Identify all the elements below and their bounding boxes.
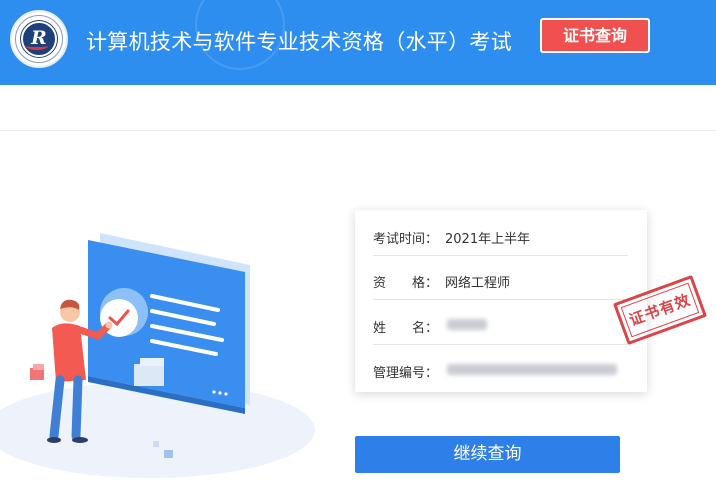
cert-row-qualification: 资 格： 网络工程师 [373, 256, 628, 300]
box-blue-1 [164, 450, 173, 458]
name-redacted [447, 319, 487, 330]
logo-arc [26, 42, 48, 50]
person-shoe-left [47, 437, 61, 443]
person-hand [105, 321, 113, 329]
box-blue-2 [153, 441, 159, 447]
person-shoe-right [72, 437, 88, 443]
cert-row-management-number: 管理编号： [373, 346, 628, 390]
management-number-redacted [447, 364, 617, 375]
cert-row-exam-time: 考试时间： 2021年上半年 [373, 212, 628, 256]
person-leg-right [71, 375, 83, 441]
person-leg-left [49, 375, 65, 441]
screen-dot [212, 390, 216, 394]
exam-time-label: 考试时间： [373, 232, 439, 247]
cert-row-name: 姓 名： [373, 301, 628, 345]
screen-dot [224, 392, 228, 396]
floor-shadow [0, 382, 315, 478]
qualification-label: 资 格： [373, 276, 439, 291]
box-small-red-top [33, 364, 44, 370]
box-large [134, 364, 164, 386]
site-header: R 计算机技术与软件专业技术资格（水平）考试 证书查询 [0, 0, 716, 85]
exam-time-value: 2021年上半年 [445, 232, 531, 247]
certificate-query-button[interactable]: 证书查询 [540, 18, 650, 53]
site-title: 计算机技术与软件专业技术资格（水平）考试 [86, 30, 512, 54]
continue-query-button[interactable]: 继续查询 [355, 436, 620, 473]
management-number-label: 管理编号： [373, 366, 439, 381]
screen-dot [218, 391, 222, 395]
certificate-card: 考试时间： 2021年上半年 资 格： 网络工程师 姓 名： 管理编号： [355, 210, 647, 392]
site-logo[interactable]: R [10, 10, 68, 68]
name-label: 姓 名： [373, 321, 439, 336]
qualification-value: 网络工程师 [445, 276, 511, 291]
illustration [0, 233, 315, 478]
box-large-top [140, 358, 164, 366]
